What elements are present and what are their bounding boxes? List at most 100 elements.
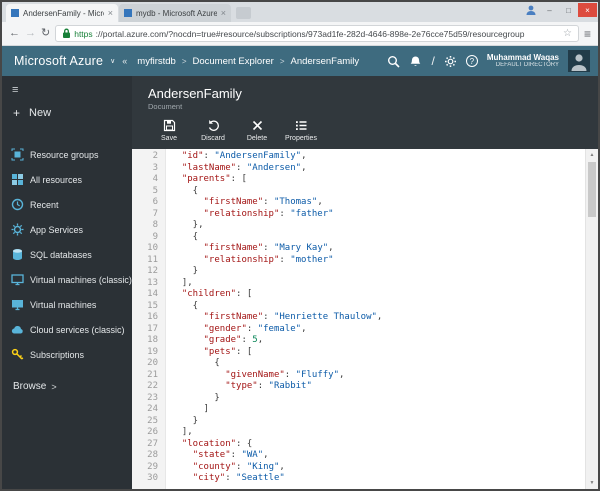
- scroll-up-icon[interactable]: ▲: [586, 152, 598, 158]
- delete-button[interactable]: Delete: [236, 119, 278, 142]
- breadcrumb-item[interactable]: Document Explorer: [193, 56, 274, 67]
- sidebar-item-all-resources[interactable]: All resources: [2, 167, 132, 192]
- code-text[interactable]: "pets": [: [166, 347, 252, 359]
- code-text[interactable]: "firstName": "Thomas",: [166, 197, 323, 209]
- sidebar-hamburger-icon[interactable]: ≡: [2, 80, 132, 100]
- code-text[interactable]: "grade": 5,: [166, 335, 263, 347]
- user-info[interactable]: Muhammad Waqas DEFAULT DIRECTORY: [487, 53, 559, 70]
- code-text[interactable]: "county": "King",: [166, 462, 285, 474]
- slash-divider-icon: /: [431, 55, 434, 67]
- scrollbar-thumb[interactable]: [588, 162, 596, 217]
- code-text[interactable]: {: [166, 186, 198, 198]
- azure-brand[interactable]: Microsoft Azure: [14, 54, 103, 68]
- code-text[interactable]: "givenName": "Fluffy",: [166, 370, 344, 382]
- json-editor[interactable]: 2 "id": "AndersenFamily",3 "lastName": "…: [132, 149, 598, 489]
- code-text[interactable]: "parents": [: [166, 174, 247, 186]
- user-avatar[interactable]: [568, 50, 590, 72]
- code-text[interactable]: "city": "Seattle": [166, 473, 285, 485]
- bookmark-star-icon[interactable]: ☆: [563, 29, 572, 39]
- sidebar-item-label: Virtual machines (classic): [30, 275, 132, 285]
- code-text[interactable]: ]: [166, 404, 209, 416]
- save-button[interactable]: Save: [148, 119, 190, 142]
- code-text[interactable]: "relationship": "mother": [166, 255, 334, 267]
- gear-icon[interactable]: [444, 55, 457, 68]
- sidebar-item-app-services[interactable]: App Services: [2, 217, 132, 242]
- minimize-button[interactable]: –: [540, 3, 559, 17]
- refresh-button[interactable]: ↻: [41, 28, 50, 39]
- breadcrumb-item[interactable]: myfirstdb: [137, 56, 176, 67]
- tab-favicon: [11, 9, 19, 17]
- code-text[interactable]: "location": {: [166, 439, 252, 451]
- code-text[interactable]: "firstName": "Henriette Thaulow",: [166, 312, 382, 324]
- collapse-icon[interactable]: «: [122, 56, 127, 66]
- code-text[interactable]: "lastName": "Andersen",: [166, 163, 306, 175]
- maximize-button[interactable]: □: [559, 3, 578, 17]
- code-text[interactable]: {: [166, 358, 220, 370]
- code-text[interactable]: }: [166, 416, 198, 428]
- code-line: 20 {: [132, 358, 585, 370]
- sidebar-item-subscriptions[interactable]: Subscriptions: [2, 342, 132, 367]
- sidebar-item-new[interactable]: + New: [2, 100, 132, 126]
- code-text[interactable]: }: [166, 393, 220, 405]
- recent-icon: [11, 198, 24, 211]
- code-text[interactable]: ],: [166, 427, 193, 439]
- forward-button[interactable]: →: [25, 28, 36, 39]
- breadcrumb-item[interactable]: AndersenFamily: [290, 56, 359, 67]
- help-icon[interactable]: ?: [466, 55, 478, 67]
- line-number: 21: [132, 370, 166, 382]
- sidebar-items: Resource groups All resources RecentApp Se…: [2, 142, 132, 367]
- code-text[interactable]: "relationship": "father": [166, 209, 334, 221]
- code-text[interactable]: "id": "AndersenFamily",: [166, 151, 307, 163]
- code-text[interactable]: "children": [: [166, 289, 252, 301]
- toolbar-button-label: Delete: [247, 135, 267, 142]
- scroll-down-icon[interactable]: ▼: [586, 480, 598, 486]
- line-number: 26: [132, 427, 166, 439]
- new-tab-button[interactable]: [236, 7, 251, 19]
- main-area: AndersenFamily Document SaveDiscardDelet…: [132, 76, 598, 489]
- browser-tab[interactable]: mydb - Microsoft Azure×: [119, 4, 231, 22]
- blade-header: AndersenFamily Document SaveDiscardDelet…: [132, 76, 598, 149]
- code-text[interactable]: {: [166, 232, 198, 244]
- close-button[interactable]: ×: [578, 3, 597, 17]
- line-number: 24: [132, 404, 166, 416]
- search-icon[interactable]: [387, 55, 400, 68]
- vm-classic-icon: [11, 273, 24, 286]
- back-button[interactable]: ←: [9, 28, 20, 39]
- editor-scrollbar[interactable]: ▲ ▼: [585, 149, 598, 489]
- chevron-down-icon[interactable]: ∨: [110, 57, 115, 65]
- code-line: 26 ],: [132, 427, 585, 439]
- sidebar-item-browse[interactable]: Browse >: [2, 367, 132, 392]
- sidebar-item-resource-groups[interactable]: Resource groups: [2, 142, 132, 167]
- discard-button[interactable]: Discard: [192, 119, 234, 142]
- code-line: 24 ]: [132, 404, 585, 416]
- line-number: 16: [132, 312, 166, 324]
- sidebar-item-recent[interactable]: Recent: [2, 192, 132, 217]
- bell-icon[interactable]: [409, 55, 422, 68]
- breadcrumb-separator-icon: >: [182, 57, 187, 66]
- code-text[interactable]: "state": "WA",: [166, 450, 269, 462]
- code-text[interactable]: },: [166, 220, 204, 232]
- tab-close-icon[interactable]: ×: [108, 8, 113, 18]
- code-text[interactable]: {: [166, 301, 198, 313]
- code-text[interactable]: }: [166, 266, 198, 278]
- chrome-menu-icon[interactable]: ≡: [584, 28, 591, 40]
- tab-close-icon[interactable]: ×: [221, 8, 226, 18]
- sidebar-item-virtual-machines[interactable]: Virtual machines: [2, 292, 132, 317]
- url-field[interactable]: https ://portal.azure.com/?nocdn=true#re…: [55, 25, 579, 42]
- code-text[interactable]: ],: [166, 278, 193, 290]
- browser-tab[interactable]: AndersenFamily - Microso×: [6, 4, 118, 22]
- code-line: 9 {: [132, 232, 585, 244]
- code-text[interactable]: "gender": "female",: [166, 324, 307, 336]
- sidebar-new-label: New: [29, 107, 51, 119]
- sidebar-item-virtual-machines-classic[interactable]: Virtual machines (classic): [2, 267, 132, 292]
- browse-label: Browse: [13, 381, 46, 392]
- sidebar-item-sql-databases[interactable]: SQL databases: [2, 242, 132, 267]
- code-text[interactable]: "firstName": "Mary Kay",: [166, 243, 334, 255]
- properties-button[interactable]: Properties: [280, 119, 322, 142]
- sidebar-item-cloud-services-classic[interactable]: Cloud services (classic): [2, 317, 132, 342]
- chrome-profile-icon[interactable]: [522, 4, 540, 17]
- sidebar-item-label: All resources: [30, 175, 82, 185]
- line-number: 15: [132, 301, 166, 313]
- code-text[interactable]: "type": "Rabbit": [166, 381, 312, 393]
- line-number: 28: [132, 450, 166, 462]
